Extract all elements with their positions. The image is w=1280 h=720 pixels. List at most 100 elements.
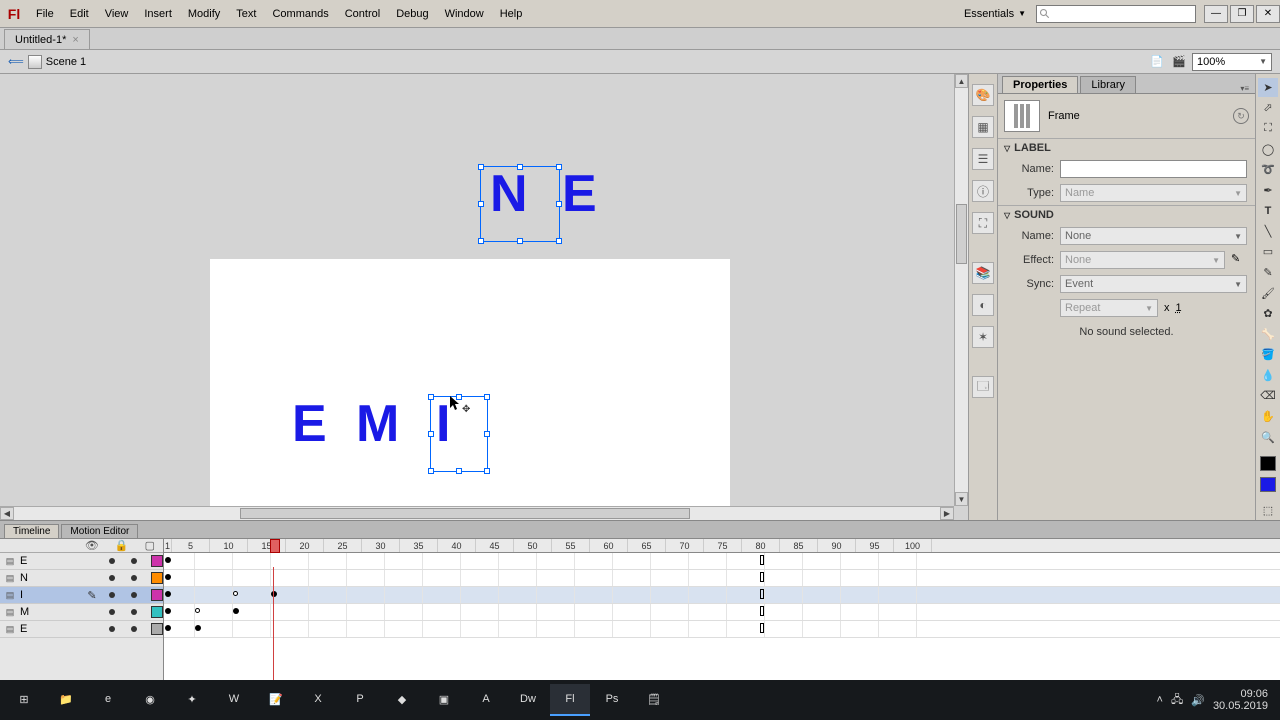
sound-effect-dropdown[interactable]: None▼ (1060, 251, 1225, 269)
tab-timeline[interactable]: Timeline (4, 524, 59, 538)
transform-panel-icon[interactable]: ⛶ (972, 212, 994, 234)
keyframe[interactable] (165, 557, 171, 563)
keyframe[interactable] (195, 608, 200, 613)
free-transform-tool[interactable]: ⛶ (1258, 119, 1278, 138)
info-panel-icon[interactable]: ⓘ (972, 180, 994, 202)
ruler-tick[interactable]: 55 (552, 539, 590, 552)
ruler-tick[interactable]: 5 (172, 539, 210, 552)
scroll-right-icon[interactable]: ▶ (940, 507, 954, 520)
taskbar-app-photoshop[interactable]: Ps (592, 684, 632, 716)
stage-letter-m[interactable]: M (356, 394, 399, 454)
taskbar-app-powerpoint[interactable]: P (340, 684, 380, 716)
taskbar-app-flash[interactable]: Fl (550, 684, 590, 716)
zoom-dropdown[interactable]: 100% ▼ (1192, 53, 1272, 71)
menu-modify[interactable]: Modify (180, 0, 228, 27)
layer-row[interactable]: ▤N (0, 570, 163, 587)
label-name-input[interactable] (1060, 160, 1247, 178)
menu-edit[interactable]: Edit (62, 0, 97, 27)
playhead[interactable] (270, 539, 280, 553)
taskbar-app-app2[interactable]: ◆ (382, 684, 422, 716)
ruler-tick[interactable]: 70 (666, 539, 704, 552)
ruler-tick[interactable]: 85 (780, 539, 818, 552)
frame-row[interactable] (164, 604, 1280, 621)
ruler-tick[interactable]: 90 (818, 539, 856, 552)
layer-row[interactable]: ▤E (0, 621, 163, 638)
minimize-button[interactable]: — (1204, 5, 1228, 23)
keyframe[interactable] (233, 608, 239, 614)
scrollbar-thumb[interactable] (956, 204, 967, 264)
stage-letter-e2[interactable]: E (292, 394, 327, 454)
ruler-tick[interactable]: 95 (856, 539, 894, 552)
keyframe[interactable] (165, 625, 171, 631)
loop-icon[interactable]: ↻ (1233, 108, 1249, 124)
ruler-tick[interactable]: 80 (742, 539, 780, 552)
keyframe[interactable] (233, 591, 238, 596)
restore-button[interactable]: ❐ (1230, 5, 1254, 23)
menu-control[interactable]: Control (337, 0, 388, 27)
layer-row[interactable]: ▤M (0, 604, 163, 621)
ruler-tick[interactable]: 75 (704, 539, 742, 552)
text-tool[interactable]: T (1258, 201, 1278, 220)
outline-color[interactable] (151, 572, 163, 584)
layer-row[interactable]: ▤I✎ (0, 587, 163, 604)
color-panel-icon[interactable]: 🎨 (972, 84, 994, 106)
stage-letter-e[interactable]: E (562, 164, 597, 224)
taskbar-app-excel[interactable]: X (298, 684, 338, 716)
align-panel-icon[interactable]: ☰ (972, 148, 994, 170)
ruler-tick[interactable]: 35 (400, 539, 438, 552)
taskbar-app-dreamweaver[interactable]: Dw (508, 684, 548, 716)
paint-bucket-tool[interactable]: 🪣 (1258, 346, 1278, 365)
visibility-dot[interactable] (109, 609, 115, 615)
frame-row[interactable] (164, 553, 1280, 570)
ruler-tick[interactable]: 30 (362, 539, 400, 552)
outline-color[interactable] (151, 589, 163, 601)
menu-window[interactable]: Window (437, 0, 492, 27)
tray-chevron-icon[interactable]: ˄ (1157, 694, 1163, 706)
taskbar-app-ie[interactable]: e (88, 684, 128, 716)
bone-tool[interactable]: 🦴 (1258, 325, 1278, 344)
taskbar-app-access[interactable]: A (466, 684, 506, 716)
scroll-up-icon[interactable]: ▲ (955, 74, 968, 88)
scroll-down-icon[interactable]: ▼ (955, 492, 968, 506)
ruler-tick[interactable]: 20 (286, 539, 324, 552)
line-tool[interactable]: ╲ (1258, 222, 1278, 241)
system-tray[interactable]: ˄ 🖧 🔊 09:06 30.05.2019 (1157, 688, 1276, 712)
fill-swatch[interactable] (1260, 477, 1276, 492)
lasso-tool[interactable]: ➰ (1258, 160, 1278, 179)
lock-dot[interactable] (131, 592, 137, 598)
lock-dot[interactable] (131, 575, 137, 581)
visibility-dot[interactable] (109, 626, 115, 632)
taskbar-app-start[interactable]: ⊞ (4, 684, 44, 716)
menu-help[interactable]: Help (492, 0, 531, 27)
swatches-panel-icon[interactable]: ▦ (972, 116, 994, 138)
ruler-tick[interactable]: 40 (438, 539, 476, 552)
span-end[interactable] (760, 606, 764, 616)
span-end[interactable] (760, 555, 764, 565)
outline-color[interactable] (151, 555, 163, 567)
snap-option[interactable]: ⬚ (1258, 502, 1278, 521)
ruler-tick[interactable]: 25 (324, 539, 362, 552)
eye-icon[interactable]: 👁 (85, 539, 99, 552)
lock-dot[interactable] (131, 626, 137, 632)
ruler-tick[interactable]: 100 (894, 539, 932, 552)
keyframe[interactable] (271, 591, 277, 597)
outline-icon[interactable]: ▢ (145, 539, 155, 552)
span-end[interactable] (760, 572, 764, 582)
menu-file[interactable]: File (28, 0, 62, 27)
tab-motion-editor[interactable]: Motion Editor (61, 524, 138, 538)
document-tab[interactable]: Untitled-1* × (4, 29, 90, 49)
menu-insert[interactable]: Insert (136, 0, 180, 27)
taskbar-app-word[interactable]: W (214, 684, 254, 716)
selection-n[interactable] (480, 166, 560, 242)
subselection-tool[interactable]: ⬀ (1258, 99, 1278, 118)
menu-view[interactable]: View (97, 0, 137, 27)
ruler-tick[interactable]: 1 (164, 539, 172, 552)
taskbar-app-notepad[interactable]: 📝 (256, 684, 296, 716)
deco-tool[interactable]: ✿ (1258, 304, 1278, 323)
frame-row[interactable] (164, 621, 1280, 638)
taskbar-app-app1[interactable]: ✦ (172, 684, 212, 716)
3d-rotation-tool[interactable]: ◯ (1258, 140, 1278, 159)
span-end[interactable] (760, 623, 764, 633)
outline-color[interactable] (151, 623, 163, 635)
taskbar-app-app3[interactable]: ▣ (424, 684, 464, 716)
